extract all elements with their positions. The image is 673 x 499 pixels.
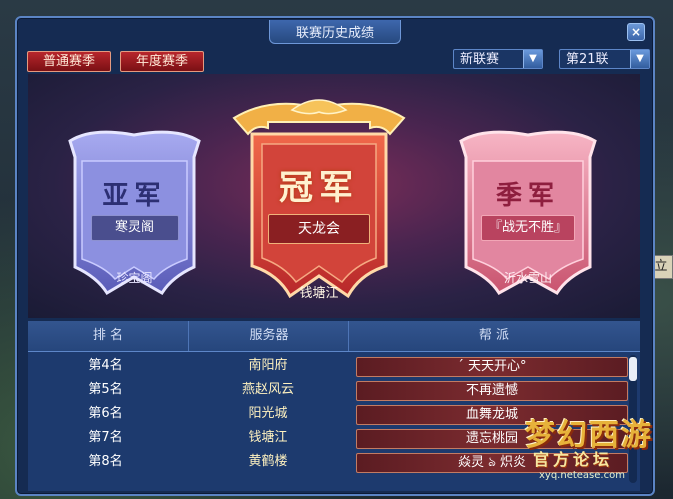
header-server: 服务器 (188, 321, 349, 351)
third-rank-title: 季军 (495, 181, 560, 211)
header-rank: 排 名 (92, 328, 124, 343)
window-titlebar[interactable]: 联赛历史成绩 (17, 18, 653, 44)
window-title: 联赛历史成绩 (268, 20, 401, 44)
watermark-subtitle: 官方论坛 (533, 450, 614, 469)
runner-up-banner: 亚军 寒灵阁 珍宝阁 (62, 127, 207, 297)
champion-guild: 天龙会 (268, 214, 370, 244)
row-guild: ´ 天天开心° (356, 357, 628, 377)
champion-server: 钱塘江 (299, 286, 339, 301)
table-header: 排 名 服务器 帮 派 (28, 321, 640, 352)
league-dropdown[interactable]: 新联赛 ▼ (453, 49, 543, 69)
third-place-banner: 季军 『战无不胜』 沂水雪山 (453, 127, 603, 297)
tab-normal-season[interactable]: 普通赛季 (27, 51, 112, 72)
champion-rank-title: 冠军 (279, 168, 359, 208)
champion-banner: 冠军 天龙会 钱塘江 (230, 94, 408, 304)
row-server: 南阳府 (248, 358, 288, 373)
watermark-url: xyq.netease.com (539, 470, 625, 481)
runner-up-guild: 寒灵阁 (90, 215, 179, 241)
table-row[interactable]: 第4名 南阳府 ´ 天天开心° (28, 355, 628, 377)
third-guild: 『战无不胜』 (481, 215, 575, 241)
row-rank: 第7名 (88, 430, 123, 445)
row-rank: 第6名 (88, 406, 123, 421)
third-server: 沂水雪山 (503, 271, 552, 285)
tab-annual-season[interactable]: 年度赛季 (120, 51, 205, 72)
close-button[interactable]: × (627, 23, 645, 41)
row-server: 黄鹤楼 (248, 454, 288, 469)
scrollbar-thumb[interactable] (629, 357, 637, 381)
runner-up-rank-title: 亚军 (102, 181, 167, 211)
header-guild: 帮 派 (348, 321, 639, 351)
podium-stage: 亚军 寒灵阁 珍宝阁 冠军 天龙会 钱塘江 季军 『战无不胜』 沂水雪山 (28, 74, 640, 318)
league-dropdown-value: 新联赛 (460, 52, 500, 67)
row-server: 阳光城 (248, 406, 288, 421)
row-server: 燕赵风云 (241, 382, 294, 397)
forum-watermark: 梦幻西游 官方论坛 xyq.netease.com (525, 410, 665, 495)
row-rank: 第5名 (88, 382, 123, 397)
table-row[interactable]: 第5名 燕赵风云 不再遗憾 (28, 379, 628, 401)
chevron-down-icon[interactable]: ▼ (523, 50, 542, 68)
row-rank: 第8名 (88, 454, 123, 469)
row-guild: 不再遗憾 (356, 381, 628, 401)
season-dropdown[interactable]: 第21联 ▼ (559, 49, 650, 69)
runner-up-server: 珍宝阁 (116, 271, 153, 285)
row-rank: 第4名 (88, 358, 123, 373)
season-dropdown-value: 第21联 (566, 52, 609, 67)
chevron-down-icon[interactable]: ▼ (630, 50, 649, 68)
row-server: 钱塘江 (248, 430, 288, 445)
